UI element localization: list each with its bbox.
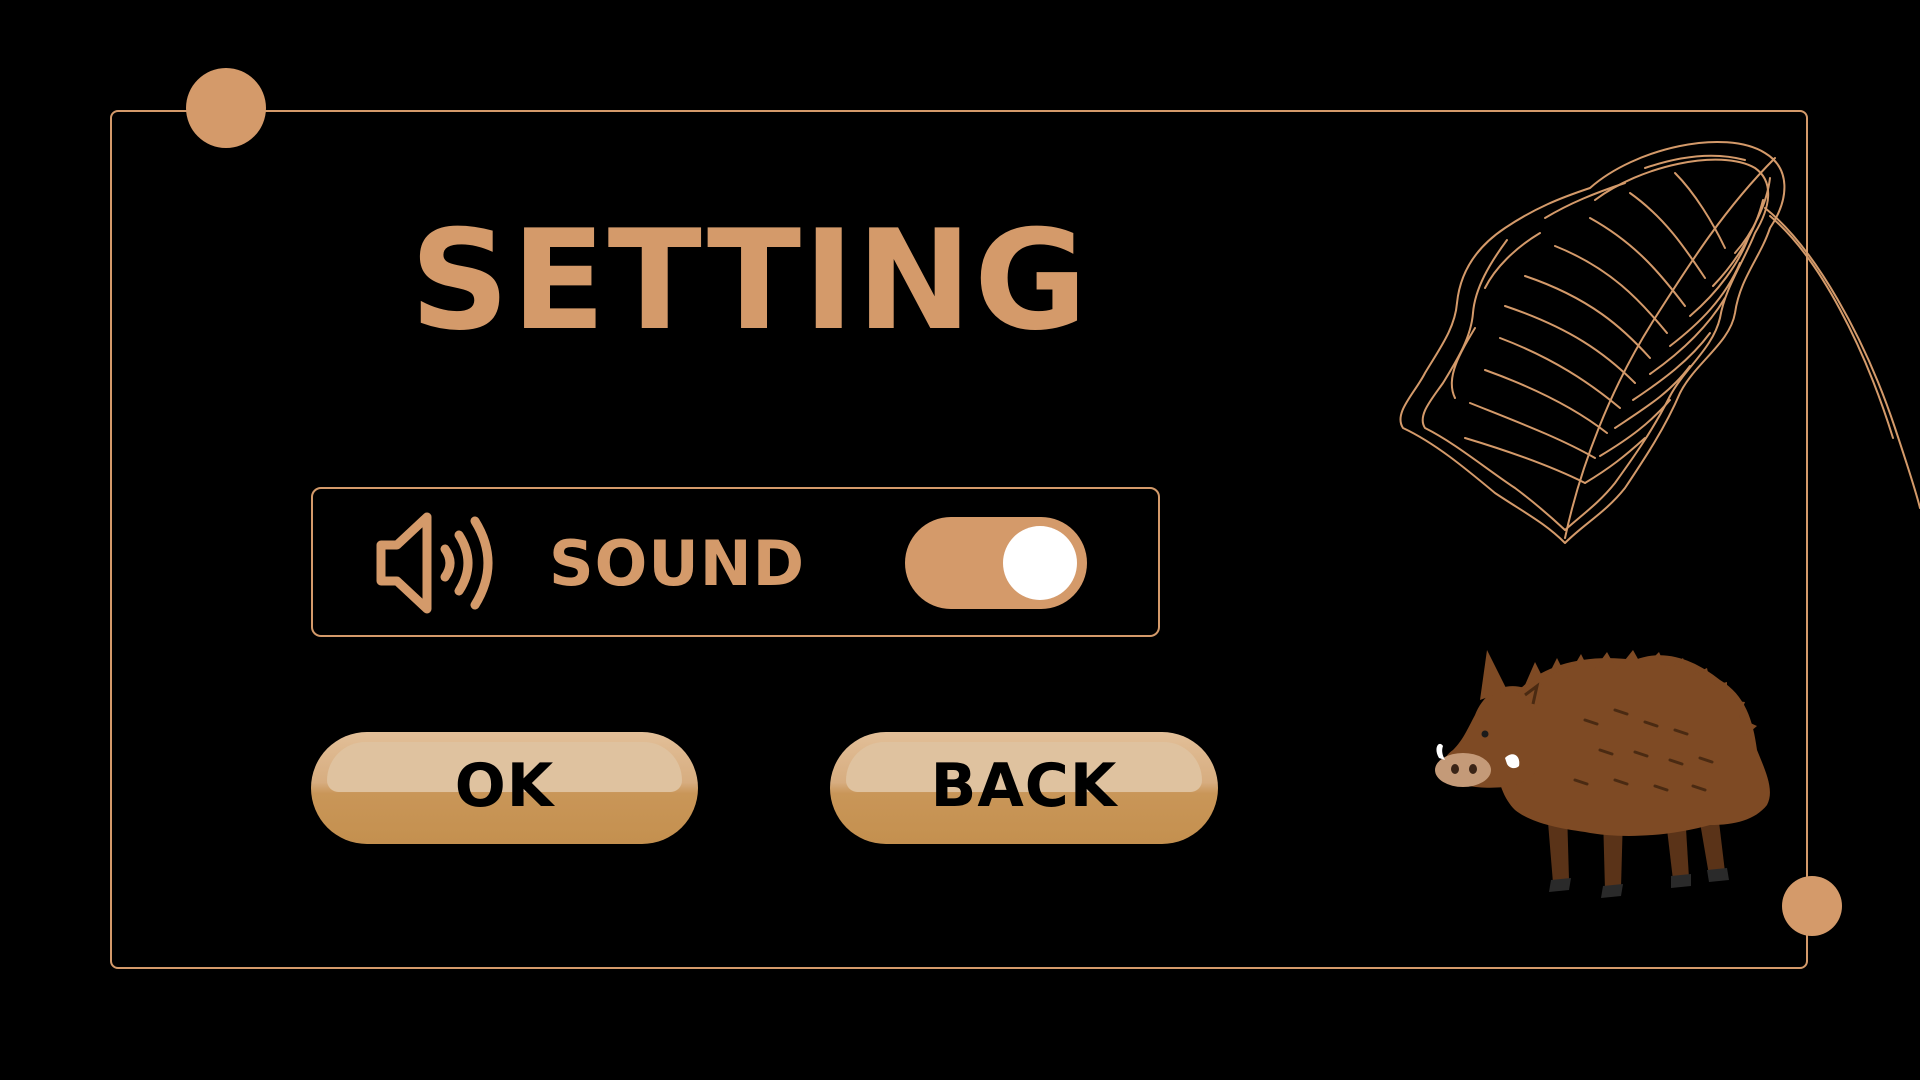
corner-dot-top-left [186,68,266,148]
ok-button[interactable]: OK [311,732,698,844]
sound-label: SOUND [549,527,806,600]
ok-button-label: OK [454,751,555,821]
settings-title: SETTING [410,200,1090,361]
speaker-icon [376,512,493,614]
toggle-knob[interactable] [1003,526,1077,600]
back-button-label: BACK [930,751,1118,821]
wild-boar-illustration [1435,650,1770,898]
corner-dot-bottom-right [1782,876,1842,936]
leaf-illustration [1399,141,1920,544]
sound-setting-row: SOUND [311,487,1160,637]
sound-toggle[interactable] [905,517,1087,609]
back-button[interactable]: BACK [830,732,1218,844]
